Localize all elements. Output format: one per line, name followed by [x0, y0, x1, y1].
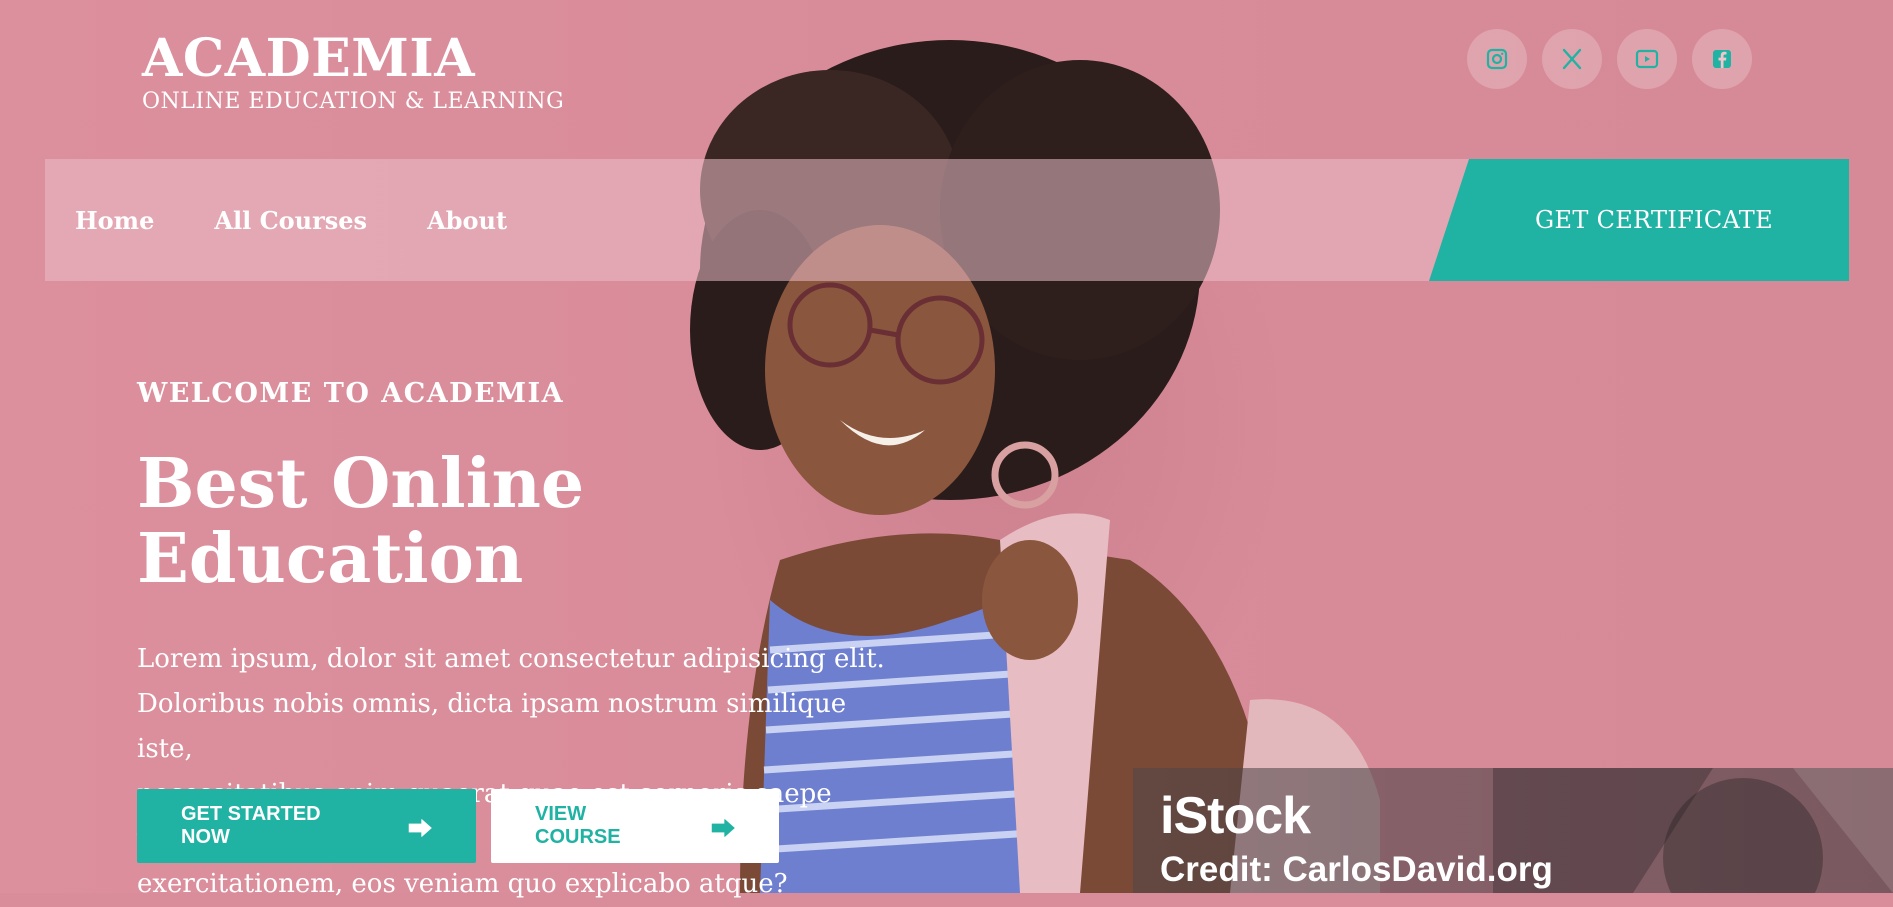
get-certificate-button[interactable]: GET CERTIFICATE [1429, 159, 1849, 281]
instagram-link[interactable] [1467, 29, 1527, 89]
nav-item-home[interactable]: Home [75, 206, 154, 235]
nav-item-about[interactable]: About [427, 206, 507, 235]
istock-credit: Credit: CarlosDavid.org [1160, 850, 1553, 889]
brand-title: ACADEMIA [142, 28, 476, 89]
arrow-right-icon: ⮕ [408, 815, 432, 843]
welcome-heading: WELCOME TO ACADEMIA [137, 378, 565, 409]
hero-description-line: Lorem ipsum, dolor sit amet consectetur … [137, 643, 885, 674]
main-navbar: Home All Courses About GET CERTIFICATE [45, 159, 1849, 281]
watermark-graphic [1493, 768, 1893, 893]
x-twitter-icon [1562, 48, 1582, 70]
nav-links: Home All Courses About [75, 159, 507, 281]
get-started-label: GET STARTED NOW [181, 803, 321, 848]
hero-headline: Best Online Education [137, 444, 585, 599]
facebook-link[interactable] [1692, 29, 1752, 89]
instagram-icon [1486, 48, 1508, 70]
view-course-button[interactable]: VIEW COURSE ⮕ [491, 789, 779, 863]
get-started-button[interactable]: GET STARTED NOW ⮕ [137, 789, 476, 863]
istock-logo: iStock [1160, 787, 1311, 845]
brand: ACADEMIA ONLINE EDUCATION & LEARNING [142, 30, 564, 114]
view-course-label: VIEW COURSE [535, 803, 621, 848]
arrow-right-icon: ⮕ [711, 815, 735, 843]
youtube-icon [1635, 49, 1659, 69]
hero-description-line: exercitationem, eos veniam quo explicabo… [137, 868, 788, 899]
brand-tagline: ONLINE EDUCATION & LEARNING [142, 89, 565, 115]
istock-watermark: iStock Credit: CarlosDavid.org [1133, 768, 1893, 893]
nav-item-all-courses[interactable]: All Courses [214, 206, 367, 235]
hero-description: Lorem ipsum, dolor sit amet consectetur … [137, 637, 897, 907]
facebook-icon [1713, 50, 1731, 68]
youtube-link[interactable] [1617, 29, 1677, 89]
x-twitter-link[interactable] [1542, 29, 1602, 89]
social-links [1467, 29, 1752, 89]
hero-description-line: Doloribus nobis omnis, dicta ipsam nostr… [137, 688, 847, 764]
hero-buttons: GET STARTED NOW ⮕ VIEW COURSE ⮕ [137, 789, 779, 863]
